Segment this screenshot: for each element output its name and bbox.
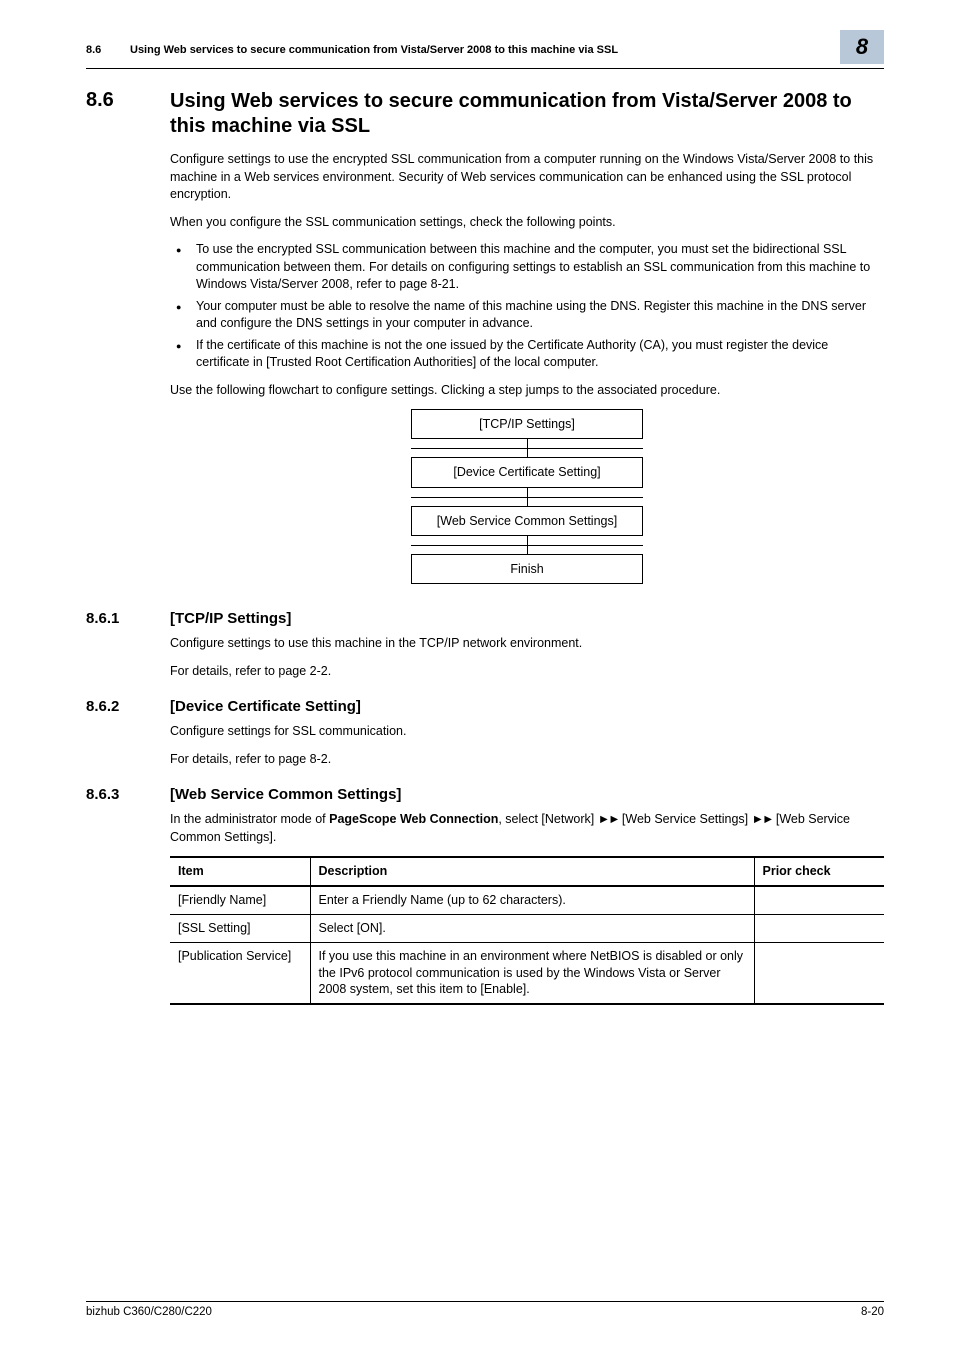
running-header: 8.6 Using Web services to secure communi… bbox=[86, 36, 884, 69]
page-footer: bizhub C360/C280/C220 8-20 bbox=[86, 1301, 884, 1318]
header-section-number: 8.6 bbox=[86, 44, 130, 56]
table-header-prior-check: Prior check bbox=[754, 857, 884, 886]
list-item: Your computer must be able to resolve th… bbox=[170, 298, 884, 333]
flowchart-connector bbox=[411, 439, 643, 457]
table-header-description: Description bbox=[310, 857, 754, 886]
section-title: Using Web services to secure communicati… bbox=[170, 89, 884, 139]
intro-paragraph: When you configure the SSL communication… bbox=[170, 214, 884, 232]
body-paragraph: Configure settings to use this machine i… bbox=[170, 635, 884, 653]
body-paragraph: For details, refer to page 2-2. bbox=[170, 663, 884, 681]
table-cell-item: [SSL Setting] bbox=[170, 914, 310, 942]
table-header-item: Item bbox=[170, 857, 310, 886]
flowchart: [TCP/IP Settings] [Device Certificate Se… bbox=[411, 409, 643, 584]
table-cell-description: Enter a Friendly Name (up to 62 characte… bbox=[310, 886, 754, 914]
flowchart-step[interactable]: [Device Certificate Setting] bbox=[411, 457, 643, 487]
table-row: [SSL Setting] Select [ON]. bbox=[170, 914, 884, 942]
body-paragraph: For details, refer to page 8-2. bbox=[170, 751, 884, 769]
flowchart-step: Finish bbox=[411, 554, 643, 584]
flowchart-step[interactable]: [TCP/IP Settings] bbox=[411, 409, 643, 439]
body-paragraph: In the administrator mode of PageScope W… bbox=[170, 811, 884, 846]
bullet-list: To use the encrypted SSL communication b… bbox=[170, 241, 884, 372]
header-section-title: Using Web services to secure communicati… bbox=[130, 44, 830, 56]
subsection-heading: 8.6.2 [Device Certificate Setting] bbox=[86, 698, 884, 715]
settings-table: Item Description Prior check [Friendly N… bbox=[170, 856, 884, 1005]
arrow-icon: ►► bbox=[752, 812, 773, 826]
subsection-title: [Web Service Common Settings] bbox=[170, 786, 401, 803]
subsection-number: 8.6.3 bbox=[86, 786, 170, 803]
subsection-number: 8.6.1 bbox=[86, 610, 170, 627]
table-cell-description: Select [ON]. bbox=[310, 914, 754, 942]
list-item: To use the encrypted SSL communication b… bbox=[170, 241, 884, 294]
footer-page-number: 8-20 bbox=[861, 1306, 884, 1318]
nav-path-prefix: In the administrator mode of bbox=[170, 812, 329, 826]
subsection-title: [TCP/IP Settings] bbox=[170, 610, 291, 627]
subsection-title: [Device Certificate Setting] bbox=[170, 698, 361, 715]
footer-model: bizhub C360/C280/C220 bbox=[86, 1306, 212, 1318]
arrow-icon: ►► bbox=[598, 812, 619, 826]
table-cell-item: [Friendly Name] bbox=[170, 886, 310, 914]
table-cell-prior bbox=[754, 886, 884, 914]
intro-paragraph: Use the following flowchart to configure… bbox=[170, 382, 884, 400]
list-item: If the certificate of this machine is no… bbox=[170, 337, 884, 372]
product-name: PageScope Web Connection bbox=[329, 812, 498, 826]
body-paragraph: Configure settings for SSL communication… bbox=[170, 723, 884, 741]
subsection-heading: 8.6.3 [Web Service Common Settings] bbox=[86, 786, 884, 803]
section-number: 8.6 bbox=[86, 89, 170, 139]
intro-paragraph: Configure settings to use the encrypted … bbox=[170, 151, 884, 204]
flowchart-connector bbox=[411, 488, 643, 506]
table-cell-prior bbox=[754, 914, 884, 942]
subsection-heading: 8.6.1 [TCP/IP Settings] bbox=[86, 610, 884, 627]
flowchart-step[interactable]: [Web Service Common Settings] bbox=[411, 506, 643, 536]
subsection-number: 8.6.2 bbox=[86, 698, 170, 715]
nav-path-segment: , select [Network] bbox=[498, 812, 597, 826]
table-row: [Publication Service] If you use this ma… bbox=[170, 942, 884, 1004]
flowchart-connector bbox=[411, 536, 643, 554]
table-cell-item: [Publication Service] bbox=[170, 942, 310, 1004]
table-cell-prior bbox=[754, 942, 884, 1004]
nav-path-segment: [Web Service Settings] bbox=[618, 812, 751, 826]
table-cell-description: If you use this machine in an environmen… bbox=[310, 942, 754, 1004]
table-row: [Friendly Name] Enter a Friendly Name (u… bbox=[170, 886, 884, 914]
chapter-badge: 8 bbox=[840, 30, 884, 64]
section-heading: 8.6 Using Web services to secure communi… bbox=[86, 89, 884, 139]
